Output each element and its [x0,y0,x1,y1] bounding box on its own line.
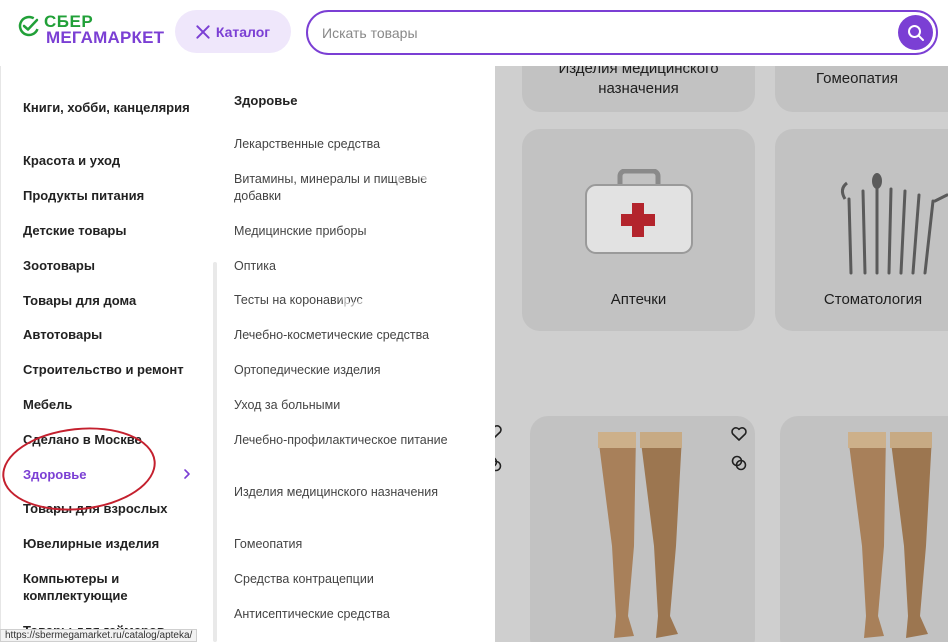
subcategory-item-contraception[interactable]: Средства контрацепции [234,571,469,588]
category-item-kids[interactable]: Детские товары [23,222,203,239]
subcategory-item-vitamins[interactable]: Витамины, минералы и пищевые добавки [234,171,469,205]
category-item-beauty[interactable]: Красота и уход [23,152,203,169]
compare-icon[interactable] [730,454,748,472]
sber-logo-icon [18,15,40,37]
category-item-health[interactable]: Здоровье [23,466,203,483]
subcategory-item-medicines[interactable]: Лекарственные средства [234,136,469,153]
category-item-books[interactable]: Книги, хобби, канцелярия [23,99,203,116]
search-icon [907,24,924,41]
subcategory-item-medical-products[interactable]: Изделия медицинского назначения [234,484,469,501]
category-item-pets[interactable]: Зоотовары [23,257,203,274]
subcategory-panel: Здоровье Лекарственные средства Витамины… [219,66,495,642]
subcategory-item-medical-nutrition[interactable]: Лечебно-профилактическое питание [234,432,469,449]
header: СБЕР МЕГАМАРКЕТ Каталог [0,0,948,66]
stockings-image-icon [848,432,932,638]
category-item-home[interactable]: Товары для дома [23,292,203,309]
category-item-computers[interactable]: Компьютеры и комплектующие [23,570,203,604]
category-item-construction[interactable]: Строительство и ремонт [23,361,203,378]
subcategory-item-antiseptics[interactable]: Антисептические средства [234,606,469,623]
category-item-auto[interactable]: Автотовары [23,326,203,343]
card-label-dental: Стоматология [823,291,923,308]
subcategory-item-medical-devices[interactable]: Медицинские приборы [234,223,469,240]
catalog-button-label: Каталог [215,23,271,40]
category-item-furniture[interactable]: Мебель [23,396,203,413]
search-bar [306,10,938,55]
subcategory-item-homeopathy[interactable]: Гомеопатия [234,536,469,553]
first-aid-kit-icon [585,169,693,254]
category-item-adult[interactable]: Товары для взрослых [23,500,203,517]
category-item-jewelry[interactable]: Ювелирные изделия [23,535,203,552]
category-sidebar: Книги, хобби, канцелярия Красота и уход … [0,66,218,642]
favorite-heart-icon[interactable] [495,423,503,441]
product-card-stockings-2 [780,416,948,642]
chevron-right-icon [184,469,190,479]
category-card-dental: Стоматология [775,129,948,331]
card-label-first-aid: Аптечки [610,291,667,308]
logo-text-bottom: МЕГАМАРКЕТ [46,28,165,47]
subcategory-title: Здоровье [234,93,298,108]
category-card-homeopathy: Гомеопатия [775,66,948,112]
dimmed-content-overlay[interactable]: Изделия медицинского назначения Гомеопат… [495,66,948,642]
logo-text: СБЕР МЕГАМАРКЕТ [44,13,165,47]
search-input[interactable] [322,12,882,53]
catalog-button[interactable]: Каталог [175,10,291,53]
stockings-image-icon [598,432,682,638]
category-card-medical-products: Изделия медицинского назначения [522,66,755,112]
product-card-stockings-1 [530,416,755,642]
close-icon [196,25,210,39]
subcategory-item-optics[interactable]: Оптика [234,258,469,275]
subcategory-item-covid-tests[interactable]: Тесты на коронавирус [234,292,469,309]
category-item-made-in-moscow[interactable]: Сделано в Москве [23,431,203,448]
subcategory-item-orthopedic[interactable]: Ортопедические изделия [234,362,469,379]
compare-icon[interactable] [495,455,503,473]
search-button[interactable] [898,15,933,50]
favorite-heart-icon[interactable] [730,425,748,443]
sbermegamarket-logo[interactable]: СБЕР МЕГАМАРКЕТ [18,13,165,47]
sidebar-scrollbar[interactable] [213,262,217,642]
subcategory-item-cosmeceuticals[interactable]: Лечебно-косметические средства [234,327,469,344]
status-url-bar: https://sbermegamarket.ru/catalog/apteka… [0,629,198,642]
subcategory-item-patient-care[interactable]: Уход за больными [234,397,469,414]
category-card-first-aid: Аптечки [522,129,755,331]
card-label-medical-products: Изделия медицинского назначения [558,66,719,97]
card-label-homeopathy: Гомеопатия [816,70,898,87]
dental-tools-icon [840,173,948,275]
category-item-food[interactable]: Продукты питания [23,187,203,204]
